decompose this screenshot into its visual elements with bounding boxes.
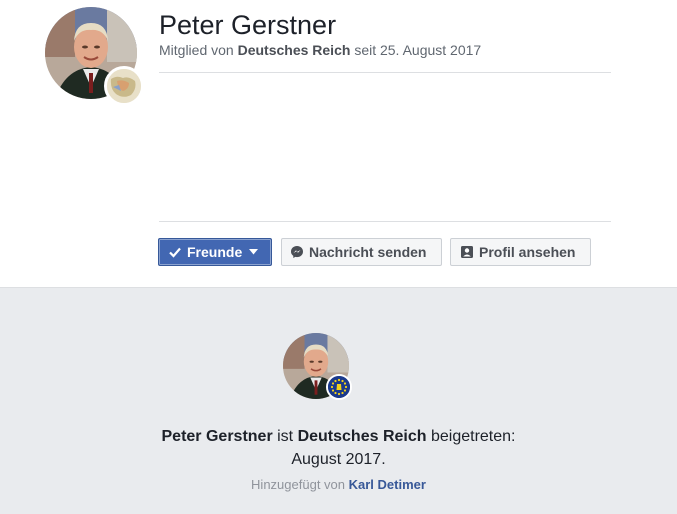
- divider: [159, 72, 611, 73]
- activity-section: Peter Gerstner ist Deutsches Reich beige…: [0, 287, 677, 514]
- member-since: seit 25. August 2017: [354, 42, 482, 58]
- joined-message: Peter Gerstner ist Deutsches Reich beige…: [0, 425, 677, 471]
- friends-label: Freunde: [187, 244, 243, 260]
- group-badge-icon: [104, 66, 144, 106]
- profile-hovercard: Peter Gerstner Mitglied von Deutsches Re…: [0, 0, 677, 514]
- friends-button[interactable]: Freunde: [158, 238, 272, 266]
- membership-line: Mitglied von Deutsches Reich seit 25. Au…: [159, 41, 481, 59]
- messenger-icon: [290, 245, 304, 259]
- eu-flag-badge-icon: [326, 374, 352, 400]
- caret-down-icon: [249, 249, 259, 255]
- added-by-prefix: Hinzugefügt von: [251, 477, 345, 492]
- profile-name[interactable]: Peter Gerstner: [159, 9, 336, 41]
- activity-group-link[interactable]: Deutsches Reich: [298, 428, 427, 445]
- added-by-link[interactable]: Karl Detimer: [349, 477, 426, 492]
- joined-date: August 2017.: [291, 451, 386, 468]
- send-message-button[interactable]: Nachricht senden: [281, 238, 442, 266]
- joined-suffix: beigetreten:: [430, 428, 516, 445]
- profile-header-card: Peter Gerstner Mitglied von Deutsches Re…: [0, 0, 677, 287]
- divider: [159, 221, 611, 222]
- activity-verb: ist: [277, 428, 294, 445]
- activity-name-link[interactable]: Peter Gerstner: [162, 428, 273, 445]
- checkmark-icon: [168, 245, 182, 259]
- profile-card-icon: [460, 245, 474, 259]
- send-message-label: Nachricht senden: [309, 244, 427, 260]
- member-prefix: Mitglied von: [159, 42, 234, 58]
- group-link[interactable]: Deutsches Reich: [238, 42, 351, 58]
- view-profile-label: Profil ansehen: [479, 244, 576, 260]
- added-by-line: Hinzugefügt von Karl Detimer: [0, 477, 677, 492]
- view-profile-button[interactable]: Profil ansehen: [450, 238, 591, 266]
